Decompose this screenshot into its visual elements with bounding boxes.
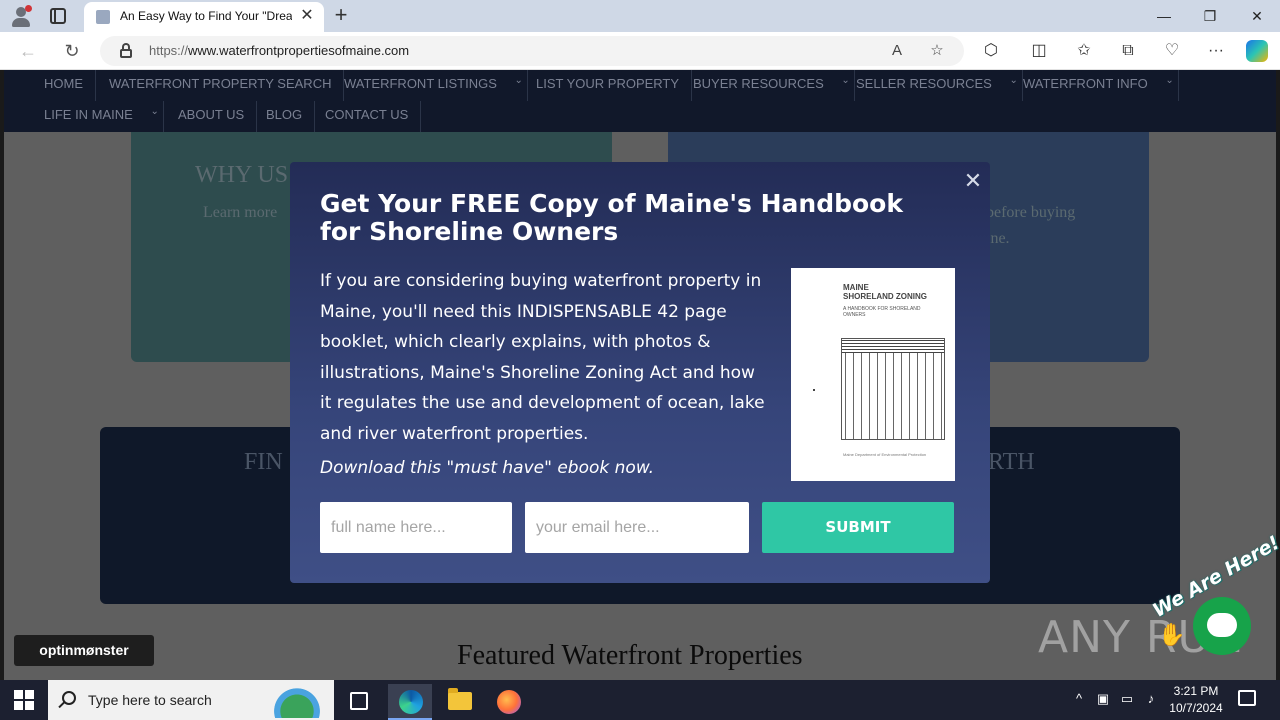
nav-item-waterfront-info[interactable]: WATERFRONT INFO ⌄ — [1011, 70, 1179, 101]
taskbar-clock[interactable]: 3:21 PM 10/7/2024 — [1166, 683, 1226, 717]
maximize-button[interactable]: ❐ — [1200, 6, 1220, 26]
favorites-icon[interactable]: ✩ — [1074, 41, 1094, 61]
taskbar-file-explorer[interactable] — [438, 684, 482, 720]
close-window-button[interactable]: ✕ — [1247, 6, 1267, 26]
email-input[interactable] — [525, 502, 749, 553]
popup-title: Get Your FREE Copy of Maine's Handbook f… — [320, 189, 903, 246]
network-icon[interactable]: ▭ — [1118, 690, 1136, 708]
split-screen-icon[interactable]: ◫ — [1029, 41, 1049, 61]
address-bar-row: ← ↻ https://www.waterfrontpropertiesofma… — [0, 32, 1280, 70]
new-tab-button[interactable]: + — [330, 4, 352, 26]
why-us-text: Learn more — [203, 204, 278, 221]
popup-cta: Download this "must have" ebook now. — [320, 458, 655, 478]
chevron-down-icon: ⌄ — [1165, 75, 1174, 86]
nav-item-seller-resources[interactable]: SELLER RESOURCES ⌄ — [844, 70, 1023, 101]
popup-body: If you are considering buying waterfront… — [320, 271, 765, 444]
handbook-cover-image: MAINE SHORELAND ZONING A HANDBOOK FOR SHO… — [791, 268, 955, 481]
search-highlight-icon — [266, 684, 328, 718]
nav-item-contact-us[interactable]: CONTACT US — [313, 101, 422, 132]
device-icon[interactable]: ▣ — [1094, 690, 1112, 708]
chevron-up-icon[interactable]: ^ — [1070, 690, 1088, 708]
taskbar-firefox[interactable] — [487, 684, 531, 720]
find-panel-heading-left: FIN — [244, 449, 283, 475]
read-aloud-icon[interactable]: A — [888, 42, 906, 60]
edge-icon — [399, 690, 423, 714]
chevron-down-icon: ⌄ — [514, 75, 523, 86]
tab-title: An Easy Way to Find Your "Dream — [120, 9, 292, 23]
task-view-button[interactable] — [338, 684, 382, 720]
submit-button[interactable]: SUBMIT — [762, 502, 954, 553]
nav-item-home[interactable]: HOME — [32, 70, 96, 101]
windows-start-icon[interactable] — [14, 690, 34, 710]
firefox-icon — [497, 690, 521, 714]
nav-item-about-us[interactable]: ABOUT US — [166, 101, 258, 132]
find-panel-heading-right: RTH — [988, 449, 1035, 475]
volume-icon[interactable]: ♪ — [1142, 690, 1160, 708]
refresh-icon[interactable]: ↻ — [62, 41, 82, 61]
browser-essentials-icon[interactable]: ♡ — [1162, 41, 1182, 61]
url-bar[interactable]: https://www.waterfrontpropertiesofmaine.… — [100, 36, 964, 66]
web-page: HOME WATERFRONT PROPERTY SEARCH WATERFRO… — [4, 70, 1276, 680]
book-mark — [813, 389, 815, 391]
taskbar-search[interactable]: Type here to search — [48, 680, 334, 720]
tab-actions-icon[interactable] — [50, 8, 66, 24]
profile-icon[interactable] — [10, 5, 32, 27]
site-navigation: HOME WATERFRONT PROPERTY SEARCH WATERFRO… — [4, 70, 1276, 132]
nav-item-life-in-maine[interactable]: LIFE IN MAINE ⌄ — [32, 101, 164, 132]
extensions-icon[interactable]: ⬡ — [981, 41, 1001, 61]
folder-icon — [448, 688, 472, 710]
clock-time: 3:21 PM — [1173, 684, 1219, 698]
site-favicon-icon — [96, 10, 110, 24]
chat-button[interactable] — [1193, 597, 1251, 655]
browser-tab[interactable]: An Easy Way to Find Your "Dream ✕ — [84, 2, 324, 32]
more-icon[interactable]: ··· — [1206, 41, 1226, 61]
clock-date: 10/7/2024 — [1169, 701, 1223, 715]
task-view-icon — [350, 692, 368, 710]
handbook-popup: ✕ Get Your FREE Copy of Maine's Handbook… — [290, 162, 990, 583]
book-illustration — [841, 338, 945, 440]
book-title: MAINE SHORELAND ZONING — [843, 283, 927, 301]
copilot-icon[interactable] — [1246, 40, 1268, 62]
optinmonster-badge[interactable]: optinmønster — [14, 635, 154, 666]
info-panel-text-1: before buying — [986, 204, 1076, 221]
search-icon — [62, 691, 76, 705]
windows-taskbar: Type here to search ^ ▣ ▭ ♪ 3:21 PM 10/7… — [0, 680, 1280, 720]
url-text[interactable]: https://www.waterfrontpropertiesofmaine.… — [149, 43, 409, 58]
chevron-down-icon: ⌄ — [150, 106, 159, 117]
lock-icon[interactable] — [120, 43, 132, 58]
full-name-input[interactable] — [320, 502, 512, 553]
back-icon[interactable]: ← — [18, 41, 38, 61]
nav-item-waterfront-listings[interactable]: WATERFRONT LISTINGS ⌄ — [332, 70, 528, 101]
minimize-button[interactable]: — — [1154, 6, 1174, 26]
book-footer: Maine Department of Environmental Protec… — [843, 452, 927, 457]
nav-item-blog[interactable]: BLOG — [254, 101, 316, 132]
taskbar-edge[interactable] — [388, 684, 432, 720]
book-subtitle: A HANDBOOK FOR SHORELAND OWNERS — [843, 306, 921, 318]
collections-icon[interactable]: ⧉ — [1118, 41, 1138, 61]
nav-item-waterfront-property-search[interactable]: WATERFRONT PROPERTY SEARCH — [97, 70, 345, 101]
why-us-heading: WHY US — [195, 162, 289, 188]
nav-item-buyer-resources[interactable]: BUYER RESOURCES ⌄ — [681, 70, 855, 101]
nav-item-list-your-property[interactable]: LIST YOUR PROPERTY — [524, 70, 693, 101]
waving-hand-icon: ✋ — [1158, 622, 1186, 647]
browser-tab-bar: An Easy Way to Find Your "Dream ✕ + — ❐ … — [0, 0, 1280, 32]
close-icon[interactable]: ✕ — [962, 170, 984, 192]
taskbar-search-text: Type here to search — [88, 692, 212, 708]
notification-icon[interactable] — [1238, 690, 1256, 706]
favorite-icon[interactable]: ☆ — [928, 42, 946, 60]
chat-bubble-icon — [1207, 613, 1237, 637]
featured-properties-heading: Featured Waterfront Properties — [457, 640, 803, 671]
tab-close-button[interactable]: ✕ — [298, 7, 316, 25]
